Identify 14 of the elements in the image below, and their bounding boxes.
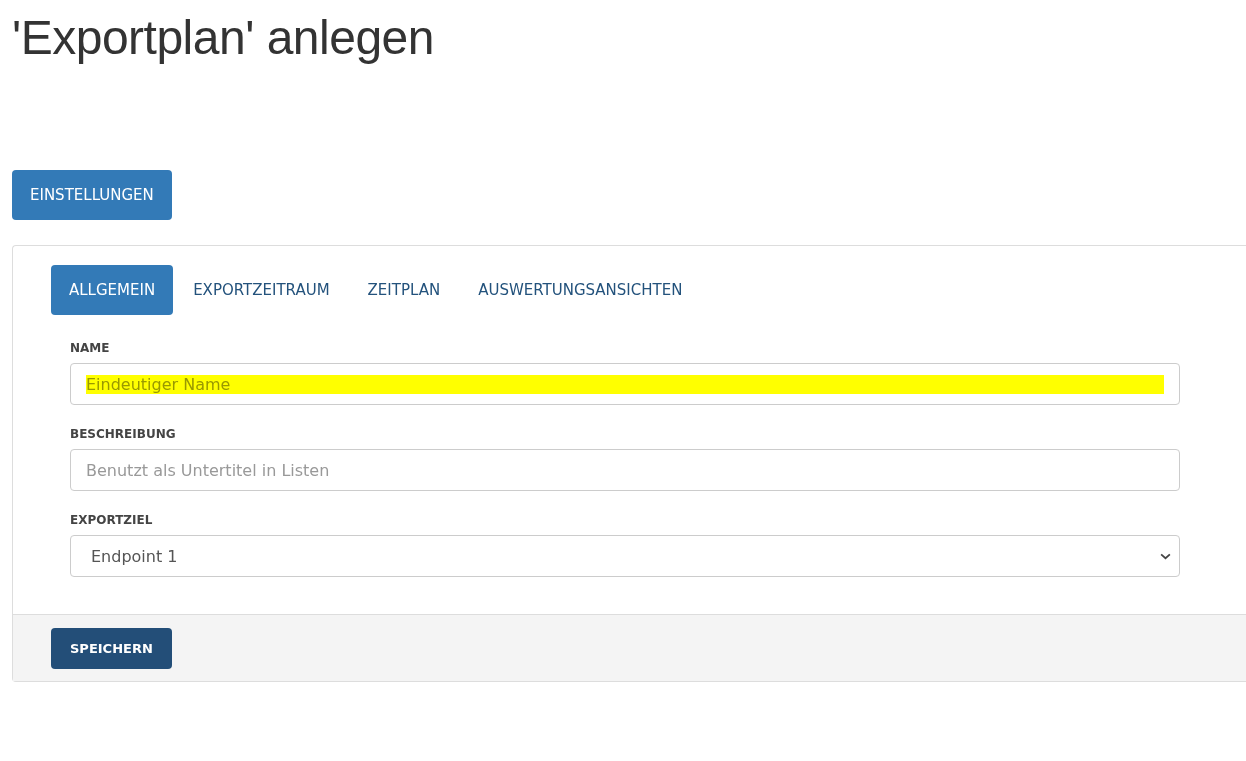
tab[interactable]: ZEITPLAN — [349, 265, 459, 315]
chevron-down-icon — [1160, 553, 1171, 560]
save-button[interactable]: SPEICHERN — [51, 628, 172, 669]
tab[interactable]: AUSWERTUNGSANSICHTEN — [460, 265, 701, 315]
field-label: EXPORTZIEL — [70, 513, 154, 527]
tab[interactable]: EXPORTZEITRAUM — [175, 265, 348, 315]
field-label: NAME — [70, 341, 111, 355]
tab[interactable]: ALLGEMEIN — [51, 265, 174, 315]
page-title: 'Exportplan' anlegen — [12, 10, 435, 62]
input-field[interactable]: Eindeutiger Name — [70, 363, 1180, 405]
dropdown-field[interactable]: Endpoint 1 — [70, 535, 1180, 577]
field-label: BESCHREIBUNG — [70, 427, 177, 441]
input-field[interactable]: Benutzt als Untertitel in Listen — [70, 449, 1180, 491]
settings-button[interactable]: EINSTELLUNGEN — [12, 170, 172, 220]
